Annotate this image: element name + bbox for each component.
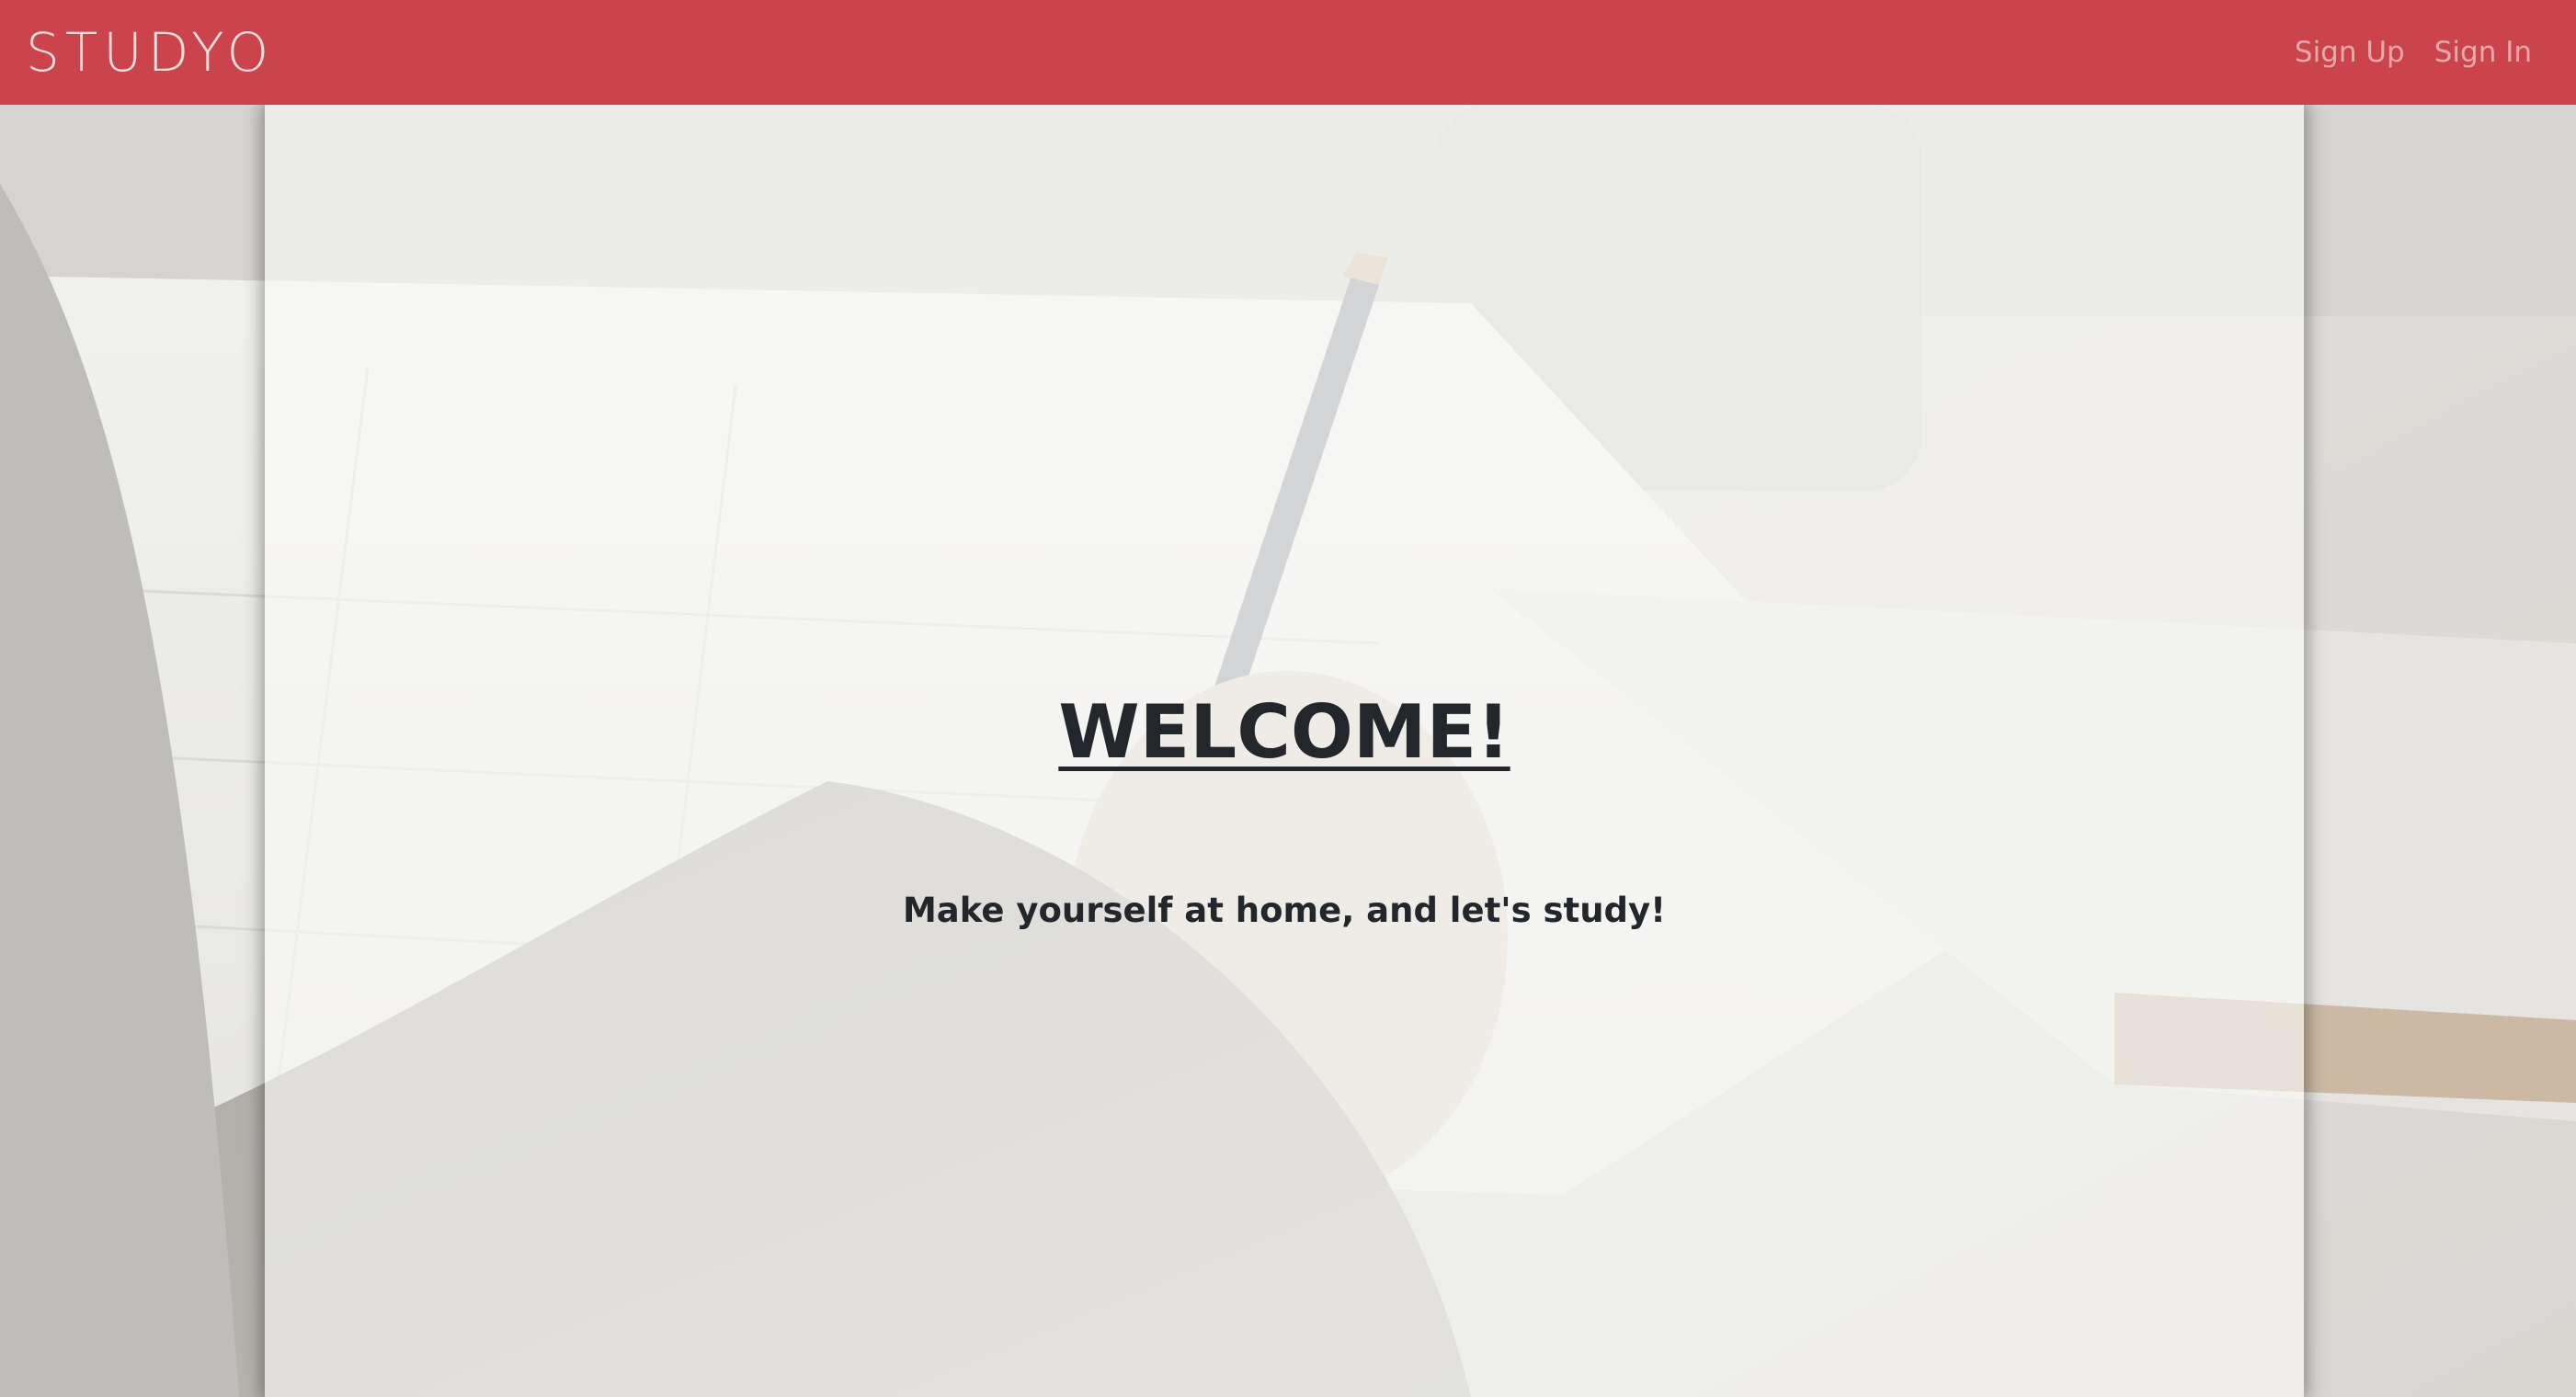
- welcome-subtitle: Make yourself at home, and let's study!: [902, 891, 1667, 930]
- welcome-heading: WELCOME!: [1058, 689, 1510, 775]
- brand-logo[interactable]: STUDYO: [26, 17, 274, 88]
- nav-links: Sign Up Sign In: [2295, 0, 2532, 105]
- sign-up-link[interactable]: Sign Up: [2295, 36, 2405, 69]
- hero-section: WELCOME! Make yourself at home, and let'…: [265, 105, 2304, 1397]
- navbar: STUDYO Sign Up Sign In: [0, 0, 2576, 105]
- page: STUDYO Sign Up Sign In WELCOME! Make you…: [0, 0, 2576, 1397]
- content-panel: WELCOME! Make yourself at home, and let'…: [265, 105, 2304, 1397]
- sign-in-link[interactable]: Sign In: [2434, 36, 2532, 69]
